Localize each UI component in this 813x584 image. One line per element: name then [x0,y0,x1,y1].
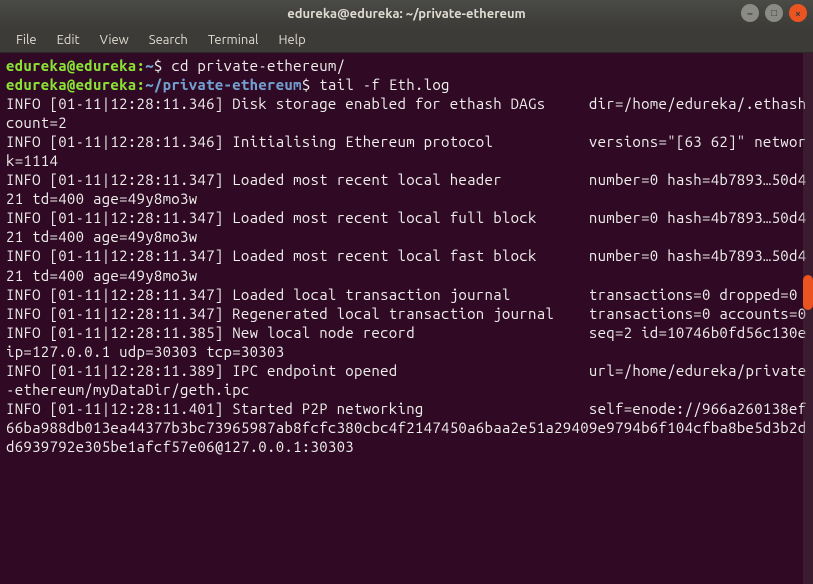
prompt-colon: : [137,57,146,74]
log-line: INFO [01-11|12:28:11.347] Loaded most re… [6,209,806,245]
log-line: INFO [01-11|12:28:11.389] IPC endpoint o… [6,362,806,398]
prompt-user-2: edureka@edureka [6,76,137,93]
maximize-icon: □ [771,7,777,19]
log-line: INFO [01-11|12:28:11.347] Regenerated lo… [6,305,806,322]
window-controls: – □ × [741,4,807,22]
prompt-path-2: ~/private-ethereum [145,76,302,93]
log-line: INFO [01-11|12:28:11.347] Loaded local t… [6,286,798,303]
terminal-output[interactable]: edureka@edureka:~$ cd private-ethereum/ … [0,53,813,584]
menu-edit[interactable]: Edit [47,33,90,47]
menu-terminal[interactable]: Terminal [198,33,269,47]
menu-help[interactable]: Help [268,33,315,47]
prompt-user: edureka@edureka [6,57,137,74]
log-line: INFO [01-11|12:28:11.346] Initialising E… [6,133,806,169]
log-line: INFO [01-11|12:28:11.346] Disk storage e… [6,95,813,131]
command-1: cd private-ethereum/ [171,57,345,74]
window-titlebar: edureka@edureka: ~/private-ethereum – □ … [0,0,813,28]
log-line: INFO [01-11|12:28:11.347] Loaded most re… [6,171,806,207]
close-button[interactable]: × [789,4,807,22]
close-icon: × [795,8,801,19]
command-2: tail -f Eth.log [319,76,450,93]
menu-view[interactable]: View [90,33,139,47]
maximize-button[interactable]: □ [765,4,783,22]
scrollbar-thumb[interactable] [803,275,813,310]
prompt-colon-2: : [137,76,146,93]
log-line: INFO [01-11|12:28:11.347] Loaded most re… [6,247,806,283]
prompt-dollar: $ [154,57,163,74]
prompt-dollar-2: $ [302,76,311,93]
minimize-button[interactable]: – [741,4,759,22]
prompt-path: ~ [145,57,154,74]
menu-bar: File Edit View Search Terminal Help [0,28,813,53]
window-title: edureka@edureka: ~/private-ethereum [287,7,526,21]
minimize-icon: – [748,8,753,19]
menu-file[interactable]: File [6,33,47,47]
menu-search[interactable]: Search [139,33,198,47]
log-line: INFO [01-11|12:28:11.385] New local node… [6,324,813,360]
scrollbar-track[interactable] [803,53,813,584]
log-line: INFO [01-11|12:28:11.401] Started P2P ne… [6,400,806,455]
